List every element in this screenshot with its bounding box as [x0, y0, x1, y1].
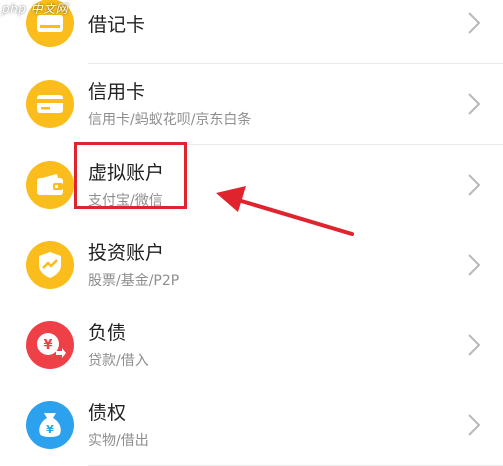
chevron-right-icon: [467, 413, 481, 437]
account-item-title: 投资账户: [88, 242, 165, 264]
chevron-right-icon: [467, 173, 481, 197]
highlight-box: [74, 142, 187, 209]
account-item-subtitle: 实物/借出: [88, 433, 149, 449]
chevron-right-icon: [467, 92, 481, 116]
account-item-title: 信用卡: [88, 81, 146, 103]
account-item-investment[interactable]: 投资账户 股票/基金/P2P: [0, 225, 503, 306]
chevron-right-icon: [467, 253, 481, 277]
yuan-debt-icon: ¥: [26, 321, 74, 369]
account-item-subtitle: 股票/基金/P2P: [88, 273, 180, 289]
watermark: php 中文网: [2, 2, 69, 16]
account-item-debit-card[interactable]: 借记卡: [0, 0, 503, 64]
chevron-right-icon: [467, 11, 481, 35]
investment-shield-icon: [26, 241, 74, 289]
account-item-subtitle: 信用卡/蚂蚁花呗/京东白条: [88, 112, 252, 128]
account-item-subtitle: 贷款/借入: [88, 353, 149, 369]
money-bag-icon: ¥: [26, 401, 74, 449]
svg-text:¥: ¥: [46, 423, 54, 436]
chevron-right-icon: [467, 333, 481, 357]
account-item-credit-card[interactable]: 信用卡 信用卡/蚂蚁花呗/京东白条: [0, 64, 503, 145]
account-item-title: 借记卡: [88, 14, 146, 36]
account-item-claim[interactable]: ¥ 债权 实物/借出: [0, 385, 503, 466]
account-item-title: 负债: [88, 322, 127, 344]
account-item-liability[interactable]: ¥ 负债 贷款/借入: [0, 305, 503, 386]
account-item-title: 债权: [88, 402, 127, 424]
credit-card-icon: [26, 80, 74, 128]
svg-text:¥: ¥: [43, 338, 52, 353]
wallet-icon: [26, 161, 74, 209]
